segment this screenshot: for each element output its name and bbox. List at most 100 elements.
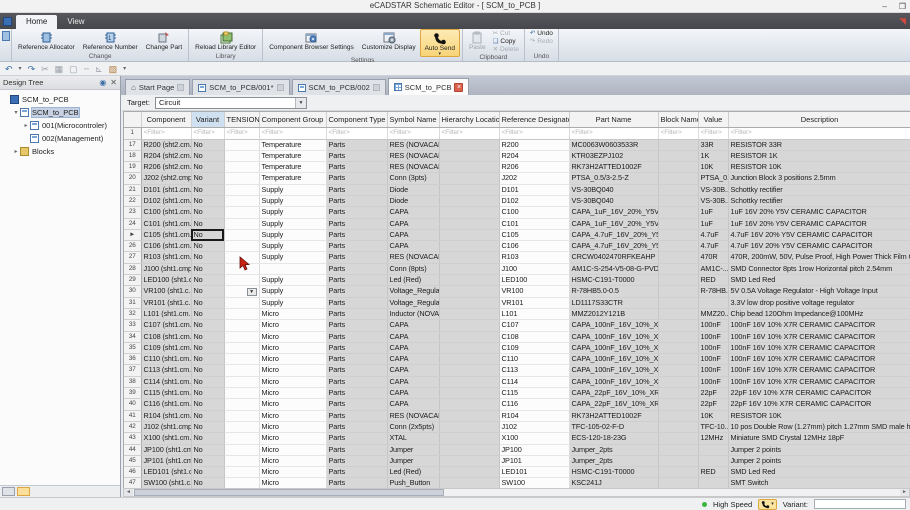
row-number[interactable]: 21: [124, 184, 142, 196]
cell-component-type[interactable]: Parts: [326, 297, 388, 309]
cell-symbol-name[interactable]: CAPA: [387, 218, 440, 230]
filter-cell[interactable]: <Filter>: [658, 127, 699, 140]
row-number[interactable]: 18: [124, 150, 142, 163]
cell-block-name[interactable]: [658, 184, 699, 196]
cell-hierarchy-location[interactable]: [439, 421, 500, 434]
cell-block-name[interactable]: [658, 477, 699, 488]
cell-hierarchy-location[interactable]: [439, 218, 500, 230]
cell-value[interactable]: RED: [698, 466, 729, 479]
panel-tab-design[interactable]: [2, 487, 15, 496]
cell-tension[interactable]: [224, 308, 260, 321]
column-header-description[interactable]: Description: [728, 112, 910, 128]
cell-variant[interactable]: No: [191, 251, 225, 264]
cell-symbol-name[interactable]: Led (Red): [387, 274, 440, 287]
cell-reference-designator[interactable]: J102: [499, 421, 570, 434]
cell-tension[interactable]: [224, 139, 260, 151]
column-header-component-group[interactable]: Component Group: [259, 112, 327, 128]
row-number[interactable]: 27: [124, 251, 142, 264]
cell-description[interactable]: Chip bead 120Ohm Impedance@100MHz: [728, 308, 910, 321]
target-combobox[interactable]: Circuit ▼: [154, 96, 307, 109]
cell-hierarchy-location[interactable]: [439, 432, 500, 445]
cell-hierarchy-location[interactable]: [439, 342, 500, 355]
cell-component-group[interactable]: Temperature: [259, 139, 327, 151]
cell-component[interactable]: C105 (sht1.cm...: [141, 229, 192, 242]
cell-value[interactable]: VS-30B...: [698, 184, 729, 196]
cell-description[interactable]: 100nF 16V 10% X7R CERAMIC CAPACITOR: [728, 331, 910, 343]
cell-part-name[interactable]: ECS-120-18-23G: [569, 432, 659, 445]
cell-tension[interactable]: [224, 421, 260, 434]
tab-state-box[interactable]: [177, 84, 185, 91]
cell-reference-designator[interactable]: C109: [499, 342, 570, 355]
cell-reference-designator[interactable]: VR101: [499, 297, 570, 309]
cell-component-group[interactable]: Micro: [259, 444, 327, 456]
cell-part-name[interactable]: R-78HB5.0-0.5: [569, 285, 659, 298]
cell-component[interactable]: X100 (sht1.cm...: [141, 432, 192, 445]
cell-symbol-name[interactable]: Conn (2x5pts): [387, 421, 440, 434]
column-header-symbol-name[interactable]: Symbol Name: [387, 112, 440, 128]
cell-tension[interactable]: [224, 444, 260, 456]
cell-part-name[interactable]: MC0063W0603533R: [569, 139, 659, 151]
cell-part-name[interactable]: CAPA_1uF_16V_20%_Y5V: [569, 218, 659, 230]
cell-reference-designator[interactable]: LED101: [499, 466, 570, 479]
cell-component[interactable]: C113 (sht1.cm...: [141, 364, 192, 377]
cell-symbol-name[interactable]: CAPA: [387, 206, 440, 219]
cell-part-name[interactable]: CRCW0402470RFKEAHP: [569, 251, 659, 264]
cell-component-type[interactable]: Parts: [326, 251, 388, 264]
cell-block-name[interactable]: [658, 455, 699, 468]
cell-block-name[interactable]: [658, 387, 699, 400]
cell-component-type[interactable]: Parts: [326, 172, 388, 185]
row-number[interactable]: 44: [124, 444, 142, 456]
cell-hierarchy-location[interactable]: [439, 477, 500, 488]
cell-description[interactable]: 3.3V low drop positive voltage regulator: [728, 297, 910, 309]
column-header-tension[interactable]: TENSION: [224, 112, 260, 128]
scroll-left-icon[interactable]: ◄: [124, 489, 133, 496]
cell-symbol-name[interactable]: RES (NOVACAD): [387, 251, 440, 264]
cell-hierarchy-location[interactable]: [439, 206, 500, 219]
row-number[interactable]: 23: [124, 206, 142, 219]
cell-symbol-name[interactable]: CAPA: [387, 387, 440, 400]
scrollbar-thumb[interactable]: [134, 489, 444, 496]
row-number[interactable]: 24: [124, 218, 142, 230]
cell-reference-designator[interactable]: J100: [499, 263, 570, 276]
cell-description[interactable]: 100nF 16V 10% X7R CERAMIC CAPACITOR: [728, 353, 910, 366]
filter-cell[interactable]: <Filter>: [439, 127, 500, 140]
cell-hierarchy-location[interactable]: [439, 398, 500, 411]
cell-variant[interactable]: No: [191, 206, 225, 219]
cell-value[interactable]: RED: [698, 274, 729, 287]
cell-component[interactable]: VR101 (sht1.c...: [141, 297, 192, 309]
cell-tension[interactable]: [224, 297, 260, 309]
cell-reference-designator[interactable]: C100: [499, 206, 570, 219]
cell-part-name[interactable]: CAPA_100nF_16V_10%_XR7: [569, 353, 659, 366]
column-header-component[interactable]: Component: [141, 112, 192, 128]
cell-block-name[interactable]: [658, 195, 699, 208]
cell-component[interactable]: C100 (sht1.cm...: [141, 206, 192, 219]
cell-hierarchy-location[interactable]: [439, 364, 500, 377]
cell-component-group[interactable]: Micro: [259, 432, 327, 445]
cell-part-name[interactable]: KTR03EZPJ102: [569, 150, 659, 163]
cell-reference-designator[interactable]: C108: [499, 331, 570, 343]
doc-tab-scm-to-pcb-002[interactable]: SCM_to_PCB/002: [291, 79, 386, 95]
cell-part-name[interactable]: RK73H2ATTED1002F: [569, 161, 659, 174]
cell-part-name[interactable]: CAPA_100nF_16V_10%_XR7: [569, 342, 659, 355]
cell-hierarchy-location[interactable]: [439, 274, 500, 287]
cell-variant[interactable]: No: [191, 331, 225, 343]
cell-variant[interactable]: No: [191, 319, 225, 332]
cell-value[interactable]: 100nF: [698, 331, 729, 343]
cell-reference-designator[interactable]: LED100: [499, 274, 570, 287]
cell-tension[interactable]: [224, 240, 260, 253]
cell-component-type[interactable]: Parts: [326, 274, 388, 287]
cell-component-type[interactable]: Parts: [326, 184, 388, 196]
row-number[interactable]: ►: [124, 229, 142, 242]
row-number[interactable]: 19: [124, 161, 142, 174]
filter-cell[interactable]: <Filter>: [259, 127, 327, 140]
delete-button[interactable]: ✕ Delete: [490, 46, 522, 54]
cell-symbol-name[interactable]: CAPA: [387, 342, 440, 355]
cell-variant[interactable]: No: [191, 229, 225, 242]
help-pin-icon[interactable]: ◥: [899, 16, 906, 27]
cell-component-group[interactable]: Supply: [259, 195, 327, 208]
cell-component-type[interactable]: Parts: [326, 342, 388, 355]
cell-component-type[interactable]: Parts: [326, 285, 388, 298]
cell-value[interactable]: VS-30B...: [698, 195, 729, 208]
cell-component-group[interactable]: Micro: [259, 376, 327, 389]
cell-component[interactable]: L101 (sht1.cm...: [141, 308, 192, 321]
